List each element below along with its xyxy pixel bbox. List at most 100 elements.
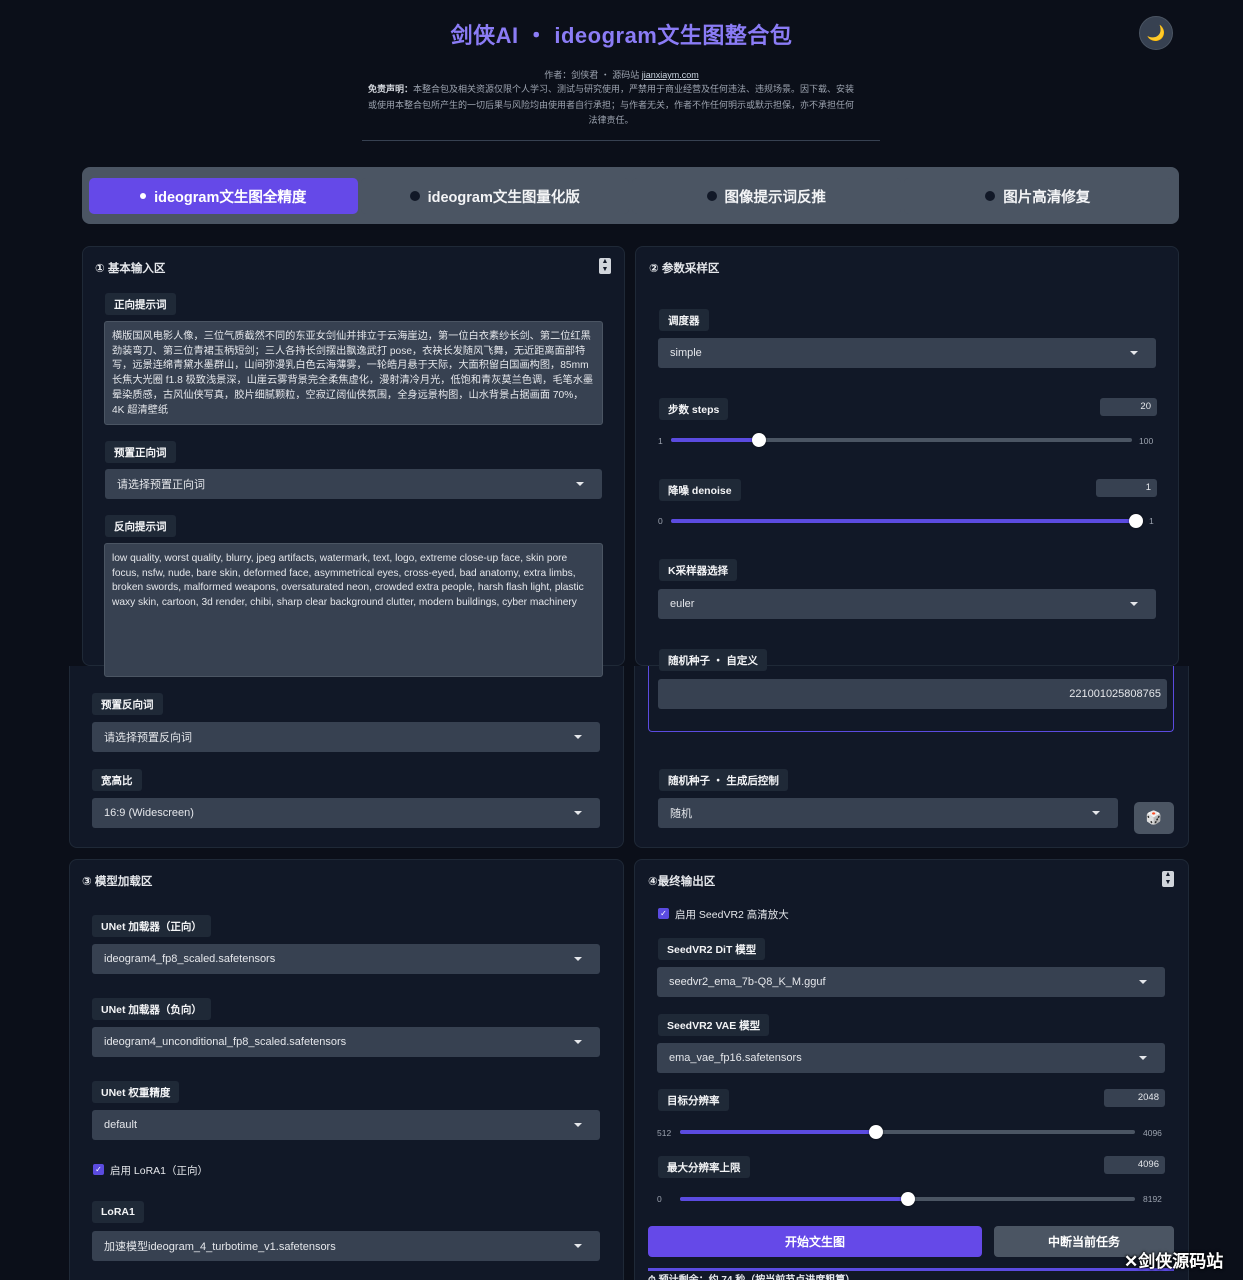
unet-negative-select[interactable]: ideogram4_unconditional_fp8_scaled.safet… bbox=[92, 1027, 600, 1057]
header-divider bbox=[362, 140, 880, 141]
preset-negative-select[interactable]: 请选择预置反向词 bbox=[92, 722, 600, 752]
negative-prompt-textarea[interactable]: low quality, worst quality, blurry, jpeg… bbox=[104, 543, 603, 677]
select-value: 请选择预置反向词 bbox=[104, 732, 192, 744]
collapse-icon[interactable]: ▲ ▼ bbox=[599, 258, 611, 274]
max-res-slider[interactable] bbox=[680, 1192, 1135, 1206]
denoise-label: 降噪 denoise bbox=[659, 479, 741, 501]
chevron-down-icon bbox=[574, 1244, 582, 1248]
random-seed-button[interactable]: 🎲 bbox=[1134, 802, 1174, 834]
select-value: 随机 bbox=[670, 808, 692, 820]
author-link[interactable]: jianxiaym.com bbox=[642, 70, 699, 80]
preset-positive-select[interactable]: 请选择预置正向词 bbox=[105, 469, 602, 499]
theme-toggle-button[interactable]: 🌙 bbox=[1139, 16, 1173, 50]
dit-model-label: SeedVR2 DiT 模型 bbox=[658, 938, 766, 960]
target-res-max: 4096 bbox=[1143, 1128, 1162, 1138]
lora-enable-checkbox[interactable]: ✓ bbox=[93, 1164, 104, 1175]
tab-upscale[interactable]: 图片高清修复 bbox=[903, 178, 1172, 214]
target-res-input[interactable]: 2048 bbox=[1104, 1089, 1165, 1107]
chevron-down-icon bbox=[1092, 811, 1100, 815]
denoise-number-input[interactable]: 1 bbox=[1096, 479, 1157, 497]
max-res-max: 8192 bbox=[1143, 1194, 1162, 1204]
select-value: euler bbox=[670, 598, 695, 610]
lora-label: LoRA1 bbox=[92, 1201, 144, 1223]
steps-label: 步数 steps bbox=[659, 398, 729, 420]
disclaimer-text: 本整合包及相关资源仅限个人学习、测试与研究使用，严禁用于商业经营及任何违法、违规… bbox=[367, 84, 855, 125]
target-res-slider[interactable] bbox=[680, 1125, 1135, 1139]
unet-positive-select[interactable]: ideogram4_fp8_scaled.safetensors bbox=[92, 944, 600, 974]
chevron-down-icon bbox=[1130, 602, 1138, 606]
select-value: ideogram4_unconditional_fp8_scaled.safet… bbox=[104, 1036, 347, 1048]
chevron-down-icon bbox=[1130, 351, 1138, 355]
select-value: default bbox=[104, 1119, 138, 1131]
seedvr-enable-checkbox[interactable]: ✓ bbox=[658, 908, 669, 919]
denoise-min: 0 bbox=[658, 516, 663, 526]
watermark: ✕剑侠源码站 bbox=[1124, 1252, 1224, 1272]
steps-number-input[interactable]: 20 bbox=[1100, 398, 1157, 416]
app-title: 剑侠AI ・ ideogram文生图整合包 bbox=[450, 23, 793, 48]
chevron-down-icon bbox=[574, 735, 582, 739]
tab-label: 图像提示词反推 bbox=[724, 189, 827, 206]
select-value: seedvr2_ema_7b-Q8_K_M.gguf bbox=[669, 976, 826, 988]
sampler-select[interactable]: euler bbox=[658, 589, 1156, 619]
unet-negative-label: UNet 加载器（负向） bbox=[92, 998, 211, 1020]
author-text: 作者：剑侠君 ・ 源码站 bbox=[544, 70, 642, 80]
tab-prompt-reverse[interactable]: 图像提示词反推 bbox=[632, 178, 901, 214]
precision-label: UNet 权重精度 bbox=[92, 1081, 180, 1103]
slider-fill bbox=[680, 1197, 908, 1201]
denoise-slider[interactable] bbox=[671, 514, 1143, 528]
chevron-down-icon bbox=[574, 957, 582, 961]
lora-select[interactable]: 加速模型ideogram_4_turbotime_v1.safetensors bbox=[92, 1231, 600, 1261]
tab-quantized[interactable]: ideogram文生图量化版 bbox=[360, 178, 629, 214]
slider-thumb[interactable] bbox=[868, 1125, 883, 1139]
max-res-min: 0 bbox=[657, 1194, 662, 1204]
negative-prompt-label: 反向提示词 bbox=[105, 515, 176, 537]
max-res-input[interactable]: 4096 bbox=[1104, 1156, 1165, 1174]
target-res-label: 目标分辨率 bbox=[658, 1089, 729, 1111]
vae-model-label: SeedVR2 VAE 模型 bbox=[658, 1014, 770, 1036]
aspect-ratio-label: 宽高比 bbox=[92, 769, 142, 791]
start-generate-button[interactable]: 开始文生图 bbox=[648, 1226, 982, 1257]
scheduler-label: 调度器 bbox=[659, 309, 709, 331]
tab-label: ideogram文生图量化版 bbox=[427, 189, 580, 206]
select-value: 请选择预置正向词 bbox=[117, 479, 205, 491]
positive-prompt-label: 正向提示词 bbox=[105, 293, 176, 315]
select-value: 16:9 (Widescreen) bbox=[104, 807, 194, 819]
moon-icon: 🌙 bbox=[1146, 25, 1166, 42]
select-value: simple bbox=[670, 347, 702, 359]
seed-label: 随机种子 ・ 自定义 bbox=[659, 649, 767, 671]
slider-thumb[interactable] bbox=[900, 1192, 915, 1206]
sampler-label: K采样器选择 bbox=[659, 559, 738, 581]
author-line: 作者：剑侠君 ・ 源码站 jianxiaym.com bbox=[0, 68, 1243, 81]
seed-control-select[interactable]: 随机 bbox=[658, 798, 1118, 828]
chevron-down-icon bbox=[1139, 1056, 1147, 1060]
slider-fill bbox=[671, 519, 1136, 523]
seed-input[interactable]: 221001025808765 bbox=[658, 679, 1167, 709]
dit-model-select[interactable]: seedvr2_ema_7b-Q8_K_M.gguf bbox=[657, 967, 1165, 997]
tab-label: 图片高清修复 bbox=[1003, 189, 1091, 206]
slider-thumb[interactable] bbox=[1129, 514, 1143, 528]
preset-negative-label: 预置反向词 bbox=[92, 693, 163, 715]
vae-model-select[interactable]: ema_vae_fp16.safetensors bbox=[657, 1043, 1165, 1073]
params-title: ② 参数采样区 bbox=[649, 263, 720, 275]
steps-max: 100 bbox=[1139, 436, 1154, 446]
chevron-down-icon bbox=[574, 1123, 582, 1127]
dice-icon: 🎲 bbox=[1145, 810, 1163, 825]
precision-select[interactable]: default bbox=[92, 1110, 600, 1140]
tab-label: ideogram文生图全精度 bbox=[154, 189, 307, 206]
steps-min: 1 bbox=[658, 436, 663, 446]
tab-radio-icon bbox=[706, 191, 717, 201]
tab-full-precision[interactable]: ideogram文生图全精度 bbox=[89, 178, 358, 214]
collapse-icon[interactable]: ▲ ▼ bbox=[1162, 871, 1174, 887]
preset-positive-label: 预置正向词 bbox=[105, 441, 176, 463]
scheduler-select[interactable]: simple bbox=[658, 338, 1156, 368]
seed-control-label: 随机种子 ・ 生成后控制 bbox=[659, 769, 788, 791]
select-value: ema_vae_fp16.safetensors bbox=[669, 1052, 802, 1064]
steps-slider[interactable] bbox=[671, 433, 1132, 447]
disclaimer: 免责声明：本整合包及相关资源仅限个人学习、测试与研究使用，严禁用于商业经营及任何… bbox=[365, 82, 857, 129]
slider-fill bbox=[680, 1130, 876, 1134]
select-value: ideogram4_fp8_scaled.safetensors bbox=[104, 953, 276, 965]
unet-positive-label: UNet 加载器（正向） bbox=[92, 915, 211, 937]
aspect-ratio-select[interactable]: 16:9 (Widescreen) bbox=[92, 798, 600, 828]
positive-prompt-textarea[interactable]: 横版国风电影人像，三位气质截然不同的东亚女剑仙并排立于云海崖边，第一位白衣素纱长… bbox=[104, 321, 603, 425]
slider-thumb[interactable] bbox=[751, 433, 766, 447]
